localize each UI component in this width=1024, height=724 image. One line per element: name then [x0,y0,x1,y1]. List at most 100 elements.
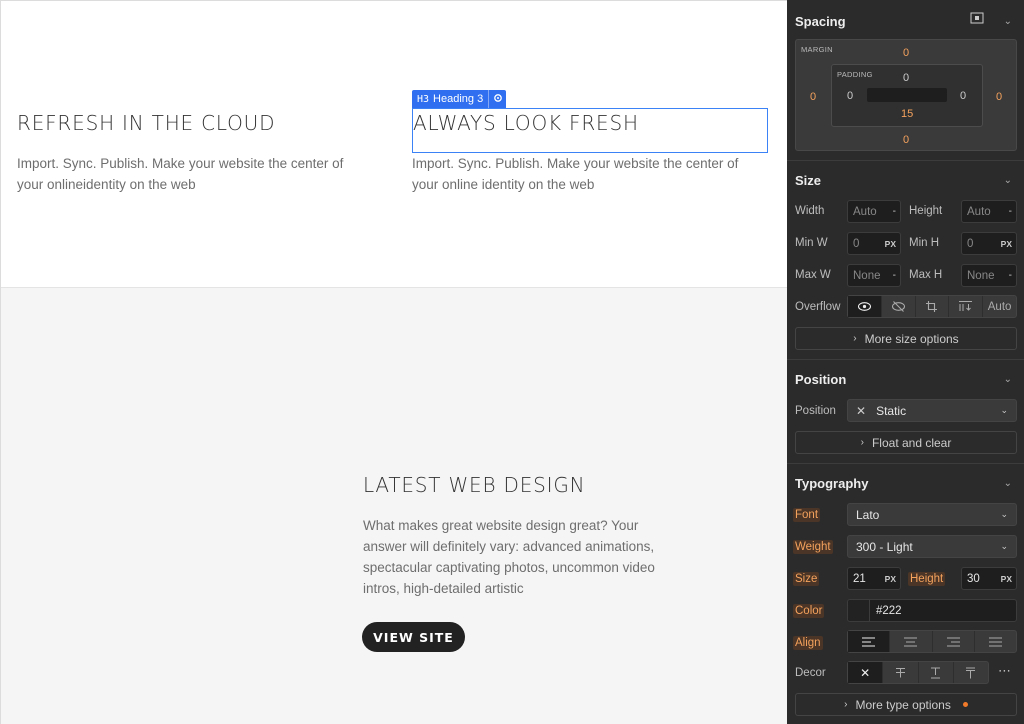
more-icon[interactable]: ⋯ [998,663,1011,679]
overflow-crop-icon[interactable] [916,296,950,317]
color-value: #222 [876,604,902,617]
divider [787,160,1024,161]
max-width-value: None [853,269,881,282]
max-width-input[interactable]: None - [847,264,901,287]
overline-icon[interactable] [954,662,988,683]
typography-title: Typography [795,476,869,491]
design-canvas[interactable]: REFRESH IN THE CLOUD Import. Sync. Publi… [0,0,788,724]
unit-label[interactable]: PX [885,574,896,584]
font-size-input[interactable]: 21 PX [847,567,901,590]
weight-select[interactable]: 300 - Light ⌄ [847,535,1017,558]
spacing-editor[interactable]: MARGIN 0 0 0 0 PADDING 0 0 0 15 [795,39,1017,151]
height-input[interactable]: Auto - [961,200,1017,223]
overflow-hidden-eye-off-icon[interactable] [882,296,916,317]
decoration-control[interactable]: ✕ [847,661,989,684]
underline-icon[interactable] [919,662,954,683]
align-control[interactable] [847,630,1017,653]
chevron-down-icon[interactable]: ⌄ [1004,478,1012,489]
modified-indicator [962,702,968,707]
heading-refresh[interactable]: REFRESH IN THE CLOUD [17,111,275,135]
float-clear-label: Float and clear [871,435,952,450]
chevron-down-icon[interactable]: ⌄ [1004,175,1012,186]
position-select[interactable]: ✕ Static ⌄ [847,399,1017,422]
overflow-auto-option[interactable]: Auto [983,296,1016,317]
chevron-right-icon: › [860,437,864,448]
float-clear-button[interactable]: › Float and clear [795,431,1017,454]
height-value: Auto [967,205,991,218]
align-left-icon[interactable] [848,631,891,652]
max-height-value: None [967,269,995,282]
view-site-button[interactable]: VIEW SITE [362,622,465,652]
color-input[interactable]: #222 [847,599,1017,622]
align-center-icon[interactable] [890,631,933,652]
padding-label: PADDING [837,70,873,79]
chevron-down-icon[interactable]: ⌄ [1004,16,1012,27]
min-width-input[interactable]: 0 PX [847,232,901,255]
line-height-input[interactable]: 30 PX [961,567,1017,590]
divider [787,359,1024,360]
more-type-options-button[interactable]: › More type options [795,693,1017,716]
position-value: Static [876,403,907,418]
size-title: Size [795,173,822,188]
paragraph-always[interactable]: Import. Sync. Publish. Make your website… [412,153,752,195]
width-value: Auto [853,205,877,218]
min-width-value: 0 [853,237,860,250]
align-right-icon[interactable] [933,631,975,652]
color-swatch[interactable] [848,600,870,621]
align-label: Align [793,636,823,650]
overflow-label: Overflow [795,301,841,313]
padding-left-value[interactable]: 0 [847,90,853,102]
selection-tag[interactable]: H3 Heading 3 [412,90,507,108]
font-label: Font [793,508,821,522]
chevron-down-icon: ⌄ [1000,405,1008,415]
heading-latest[interactable]: LATEST WEB DESIGN [363,473,585,497]
padding-top-value[interactable]: 0 [903,72,909,84]
decoration-none-icon[interactable]: ✕ [848,662,884,683]
style-panel: Spacing ⌄ MARGIN 0 0 0 0 PADDING 0 0 0 1… [787,0,1024,724]
color-label: Color [793,604,825,618]
gear-icon[interactable] [489,93,506,106]
font-value: Lato [856,507,880,522]
min-height-input[interactable]: 0 PX [961,232,1017,255]
min-height-value: 0 [967,237,974,250]
more-size-options-button[interactable]: › More size options [795,327,1017,350]
chevron-right-icon: › [853,333,857,344]
decor-label: Decor [795,667,826,679]
position-label: Position [795,405,836,417]
max-height-label: Max H [909,269,943,281]
margin-right-value[interactable]: 0 [996,91,1002,103]
chevron-right-icon: › [844,699,848,710]
strikethrough-icon[interactable] [883,662,919,683]
font-size-value: 21 [853,572,866,585]
unit-label[interactable]: PX [1001,574,1012,584]
unit-label[interactable]: PX [1001,239,1012,249]
spacing-mode-icon[interactable] [970,12,984,27]
max-height-input[interactable]: None - [961,264,1017,287]
chevron-down-icon: ⌄ [1000,509,1008,519]
padding-bottom-value[interactable]: 15 [901,108,913,120]
padding-editor[interactable]: PADDING 0 0 0 15 [831,64,983,127]
font-select[interactable]: Lato ⌄ [847,503,1017,526]
line-height-label: Height [908,572,946,586]
more-type-options-label: More type options [855,697,951,712]
overflow-control[interactable]: Auto [847,295,1017,318]
margin-bottom-value[interactable]: 0 [903,134,909,146]
paragraph-refresh[interactable]: Import. Sync. Publish. Make your website… [17,153,357,195]
heading-tag-icon: H3 [417,93,430,105]
min-width-label: Min W [795,237,828,249]
chevron-down-icon[interactable]: ⌄ [1004,374,1012,385]
margin-left-value[interactable]: 0 [810,91,816,103]
width-label: Width [795,205,825,217]
padding-right-value[interactable]: 0 [960,90,966,102]
paragraph-latest[interactable]: What makes great website design great? Y… [363,515,673,599]
overflow-visible-eye-icon[interactable] [848,296,882,317]
section-features[interactable]: REFRESH IN THE CLOUD Import. Sync. Publi… [1,1,788,288]
width-input[interactable]: Auto - [847,200,901,223]
overflow-scroll-icon[interactable] [949,296,984,317]
section-latest[interactable]: LATEST WEB DESIGN What makes great websi… [1,288,788,724]
more-size-options-label: More size options [864,331,959,346]
unit-label[interactable]: PX [885,239,896,249]
selection-tag-label: Heading 3 [433,90,490,108]
align-justify-icon[interactable] [975,631,1016,652]
margin-top-value[interactable]: 0 [903,47,909,59]
